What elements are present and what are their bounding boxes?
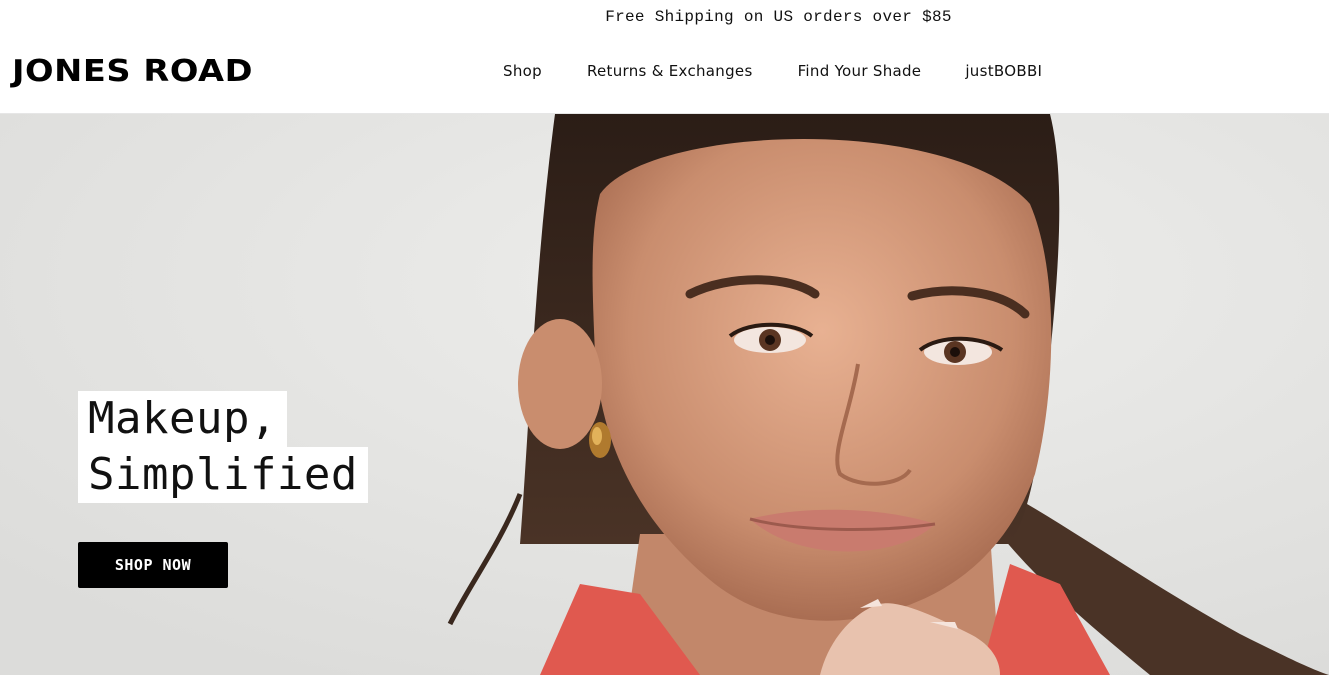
headline-line-1: Makeup, bbox=[78, 391, 287, 447]
brand-logo[interactable]: JONES ROAD bbox=[12, 54, 253, 89]
site-header: JONES ROAD Shop Returns & Exchanges Find… bbox=[0, 34, 1329, 114]
nav-item-justbobbi[interactable]: justBOBBI bbox=[965, 62, 1042, 80]
nav-item-shop[interactable]: Shop bbox=[503, 62, 542, 80]
announcement-text: Free Shipping on US orders over $85 bbox=[605, 8, 952, 26]
main-nav: Shop Returns & Exchanges Find Your Shade… bbox=[503, 62, 1042, 80]
announcement-bar: Free Shipping on US orders over $85 bbox=[0, 0, 1329, 34]
hero-headline: Makeup, Simplified bbox=[78, 391, 368, 503]
headline-line-2: Simplified bbox=[78, 447, 368, 503]
hero-banner: Makeup, Simplified SHOP NOW bbox=[0, 114, 1329, 675]
shop-now-button[interactable]: SHOP NOW bbox=[78, 542, 228, 588]
nav-item-returns-exchanges[interactable]: Returns & Exchanges bbox=[587, 62, 753, 80]
nav-item-find-your-shade[interactable]: Find Your Shade bbox=[798, 62, 922, 80]
